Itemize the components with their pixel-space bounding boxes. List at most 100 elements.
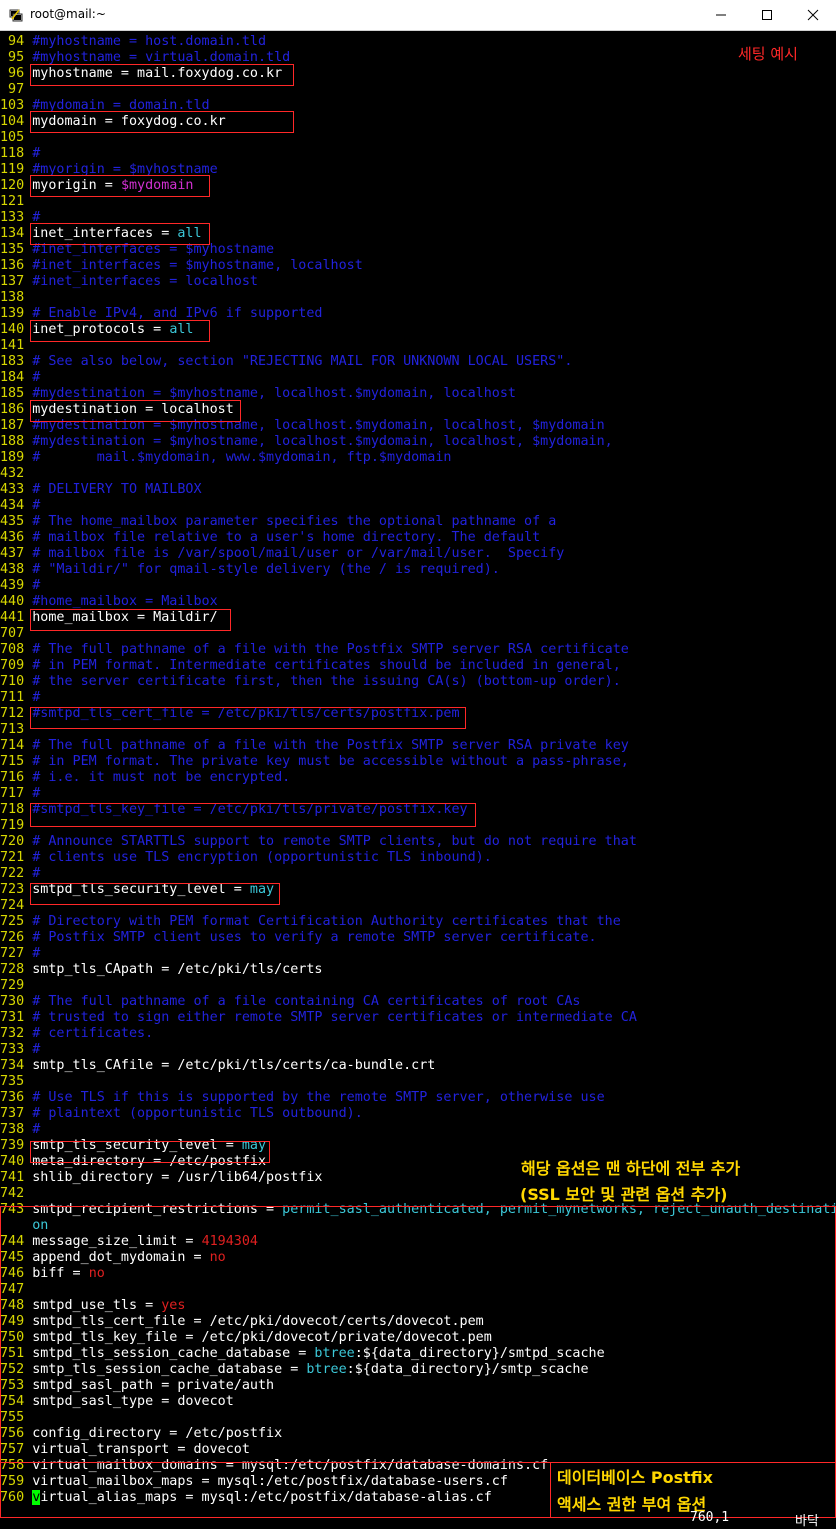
- minimize-button[interactable]: [698, 0, 744, 30]
- close-icon: [807, 9, 819, 21]
- line-number: 433: [0, 482, 25, 497]
- line-number: [0, 1218, 24, 1233]
- line-text: :${data_directory}/smtpd_scache: [354, 1346, 605, 1361]
- line-number: 754: [0, 1394, 25, 1409]
- editor-line: 137 #inet_interfaces = localhost: [0, 274, 836, 290]
- editor-line: 433 # DELIVERY TO MAILBOX: [0, 482, 836, 498]
- line-number: 439: [0, 578, 25, 593]
- line-number: 725: [0, 914, 25, 929]
- line-number: 133: [0, 210, 25, 225]
- line-text: smtpd_sasl_type = dovecot: [32, 1394, 234, 1409]
- editor-line: 728 smtp_tls_CApath = /etc/pki/tls/certs: [0, 962, 836, 978]
- line-number: 746: [0, 1266, 25, 1281]
- line-text: smtpd_tls_cert_file = /etc/pki/dovecot/c…: [32, 1314, 484, 1329]
- editor-line: 724: [0, 898, 836, 914]
- editor-line: 731 # trusted to sign either remote SMTP…: [0, 1010, 836, 1026]
- line-number: 749: [0, 1314, 25, 1329]
- line-number: 744: [0, 1234, 25, 1249]
- editor-line: 738 #: [0, 1122, 836, 1138]
- editor-line: 733 #: [0, 1042, 836, 1058]
- editor-line: 748 smtpd_use_tls = yes: [0, 1298, 836, 1314]
- editor-line: 727 #: [0, 946, 836, 962]
- line-number: 735: [0, 1074, 25, 1089]
- line-text: #: [32, 786, 41, 801]
- line-text: virtual_transport = dovecot: [32, 1442, 250, 1457]
- line-number: 736: [0, 1090, 25, 1105]
- line-text: # Postfix SMTP client uses to verify a r…: [32, 930, 597, 945]
- editor-line: 133 #: [0, 210, 836, 226]
- line-text: 4194304: [201, 1234, 258, 1249]
- line-text: on: [32, 1218, 49, 1233]
- cursor-position: 760,1: [690, 1510, 730, 1525]
- annotation-setting-example: 세팅 예시: [738, 45, 798, 63]
- line-number: 741: [0, 1170, 25, 1185]
- editor-line: 97: [0, 82, 836, 98]
- line-text: #: [32, 146, 41, 161]
- line-text: # clients use TLS encryption (opportunis…: [32, 850, 492, 865]
- line-number: 708: [0, 642, 25, 657]
- line-text: #myhostname = host.domain.tld: [32, 34, 267, 49]
- line-number: 189: [0, 450, 25, 465]
- line-number: 136: [0, 258, 25, 273]
- editor-line: 719: [0, 818, 836, 834]
- editor-line: 737 # plaintext (opportunistic TLS outbo…: [0, 1106, 836, 1122]
- line-text: $mydomain: [120, 178, 194, 193]
- editor-line: 746 biff = no: [0, 1266, 836, 1282]
- window-title: root@mail:~: [30, 7, 106, 21]
- line-text: smtp_tls_session_cache_database =: [32, 1362, 307, 1377]
- editor-line: 438 # "Maildir/" for qmail-style deliver…: [0, 562, 836, 578]
- line-text: myorigin =: [32, 178, 121, 193]
- line-text: # plaintext (opportunistic TLS outbound)…: [32, 1106, 363, 1121]
- line-text: # in PEM format. Intermediate certificat…: [32, 658, 621, 673]
- maximize-button[interactable]: [744, 0, 790, 30]
- terminal-view[interactable]: 94 #myhostname = host.domain.tld 95 #myh…: [0, 31, 836, 1529]
- line-text: :${data_directory}/smtp_scache: [346, 1362, 589, 1377]
- editor-line: 119 #myorigin = $myhostname: [0, 162, 836, 178]
- editor-line: 720 # Announce STARTTLS support to remot…: [0, 834, 836, 850]
- line-number: 135: [0, 242, 25, 257]
- line-text: myhostname = mail.foxydog.co.kr: [32, 66, 283, 81]
- line-number: 715: [0, 754, 25, 769]
- line-text: mydestination = localhost: [32, 402, 234, 417]
- line-number: 723: [0, 882, 25, 897]
- line-text: #inet_interfaces = localhost: [32, 274, 258, 289]
- editor-line: 718 #smtpd_tls_key_file = /etc/pki/tls/p…: [0, 802, 836, 818]
- line-text: #: [32, 370, 41, 385]
- line-number: 730: [0, 994, 25, 1009]
- line-text: append_dot_mydomain =: [32, 1250, 210, 1265]
- editor-line: 750 smtpd_tls_key_file = /etc/pki/doveco…: [0, 1330, 836, 1346]
- line-number: 738: [0, 1122, 25, 1137]
- line-number: 747: [0, 1282, 25, 1297]
- line-number: 743: [0, 1202, 25, 1217]
- editor-line: 120 myorigin = $mydomain: [0, 178, 836, 194]
- line-text: #: [32, 866, 41, 881]
- line-number: 139: [0, 306, 25, 321]
- line-text: # Use TLS if this is supported by the re…: [32, 1090, 605, 1105]
- line-number: 436: [0, 530, 25, 545]
- line-number: 717: [0, 786, 25, 801]
- line-text: # in PEM format. The private key must be…: [32, 754, 629, 769]
- line-number: 438: [0, 562, 25, 577]
- editor-line: 722 #: [0, 866, 836, 882]
- editor-line: 713: [0, 722, 836, 738]
- line-number: 186: [0, 402, 25, 417]
- line-text: shlib_directory = /usr/lib64/postfix: [32, 1170, 323, 1185]
- line-text: #inet_interfaces = $myhostname: [32, 242, 275, 257]
- line-number: 440: [0, 594, 25, 609]
- line-text: #mydestination = $myhostname, localhost.…: [32, 418, 605, 433]
- editor-line: 715 # in PEM format. The private key mus…: [0, 754, 836, 770]
- editor-line: 135 #inet_interfaces = $myhostname: [0, 242, 836, 258]
- minimize-icon: [716, 14, 726, 16]
- line-number: 726: [0, 930, 25, 945]
- line-number: 755: [0, 1410, 25, 1425]
- editor-line: 754 smtpd_sasl_type = dovecot: [0, 1394, 836, 1410]
- close-button[interactable]: [790, 0, 836, 30]
- line-text: # trusted to sign either remote SMTP ser…: [32, 1010, 637, 1025]
- line-number: 745: [0, 1250, 25, 1265]
- line-text: smtp_tls_CAfile = /etc/pki/tls/certs/ca-…: [32, 1058, 436, 1073]
- line-text: # See also below, section "REJECTING MAI…: [32, 354, 573, 369]
- editor-line: 189 # mail.$mydomain, www.$mydomain, ftp…: [0, 450, 836, 466]
- editor-line: 735: [0, 1074, 836, 1090]
- annotation-append-note-1: 해당 옵션은 맨 하단에 전부 추가: [521, 1159, 741, 1178]
- line-number: 756: [0, 1426, 25, 1441]
